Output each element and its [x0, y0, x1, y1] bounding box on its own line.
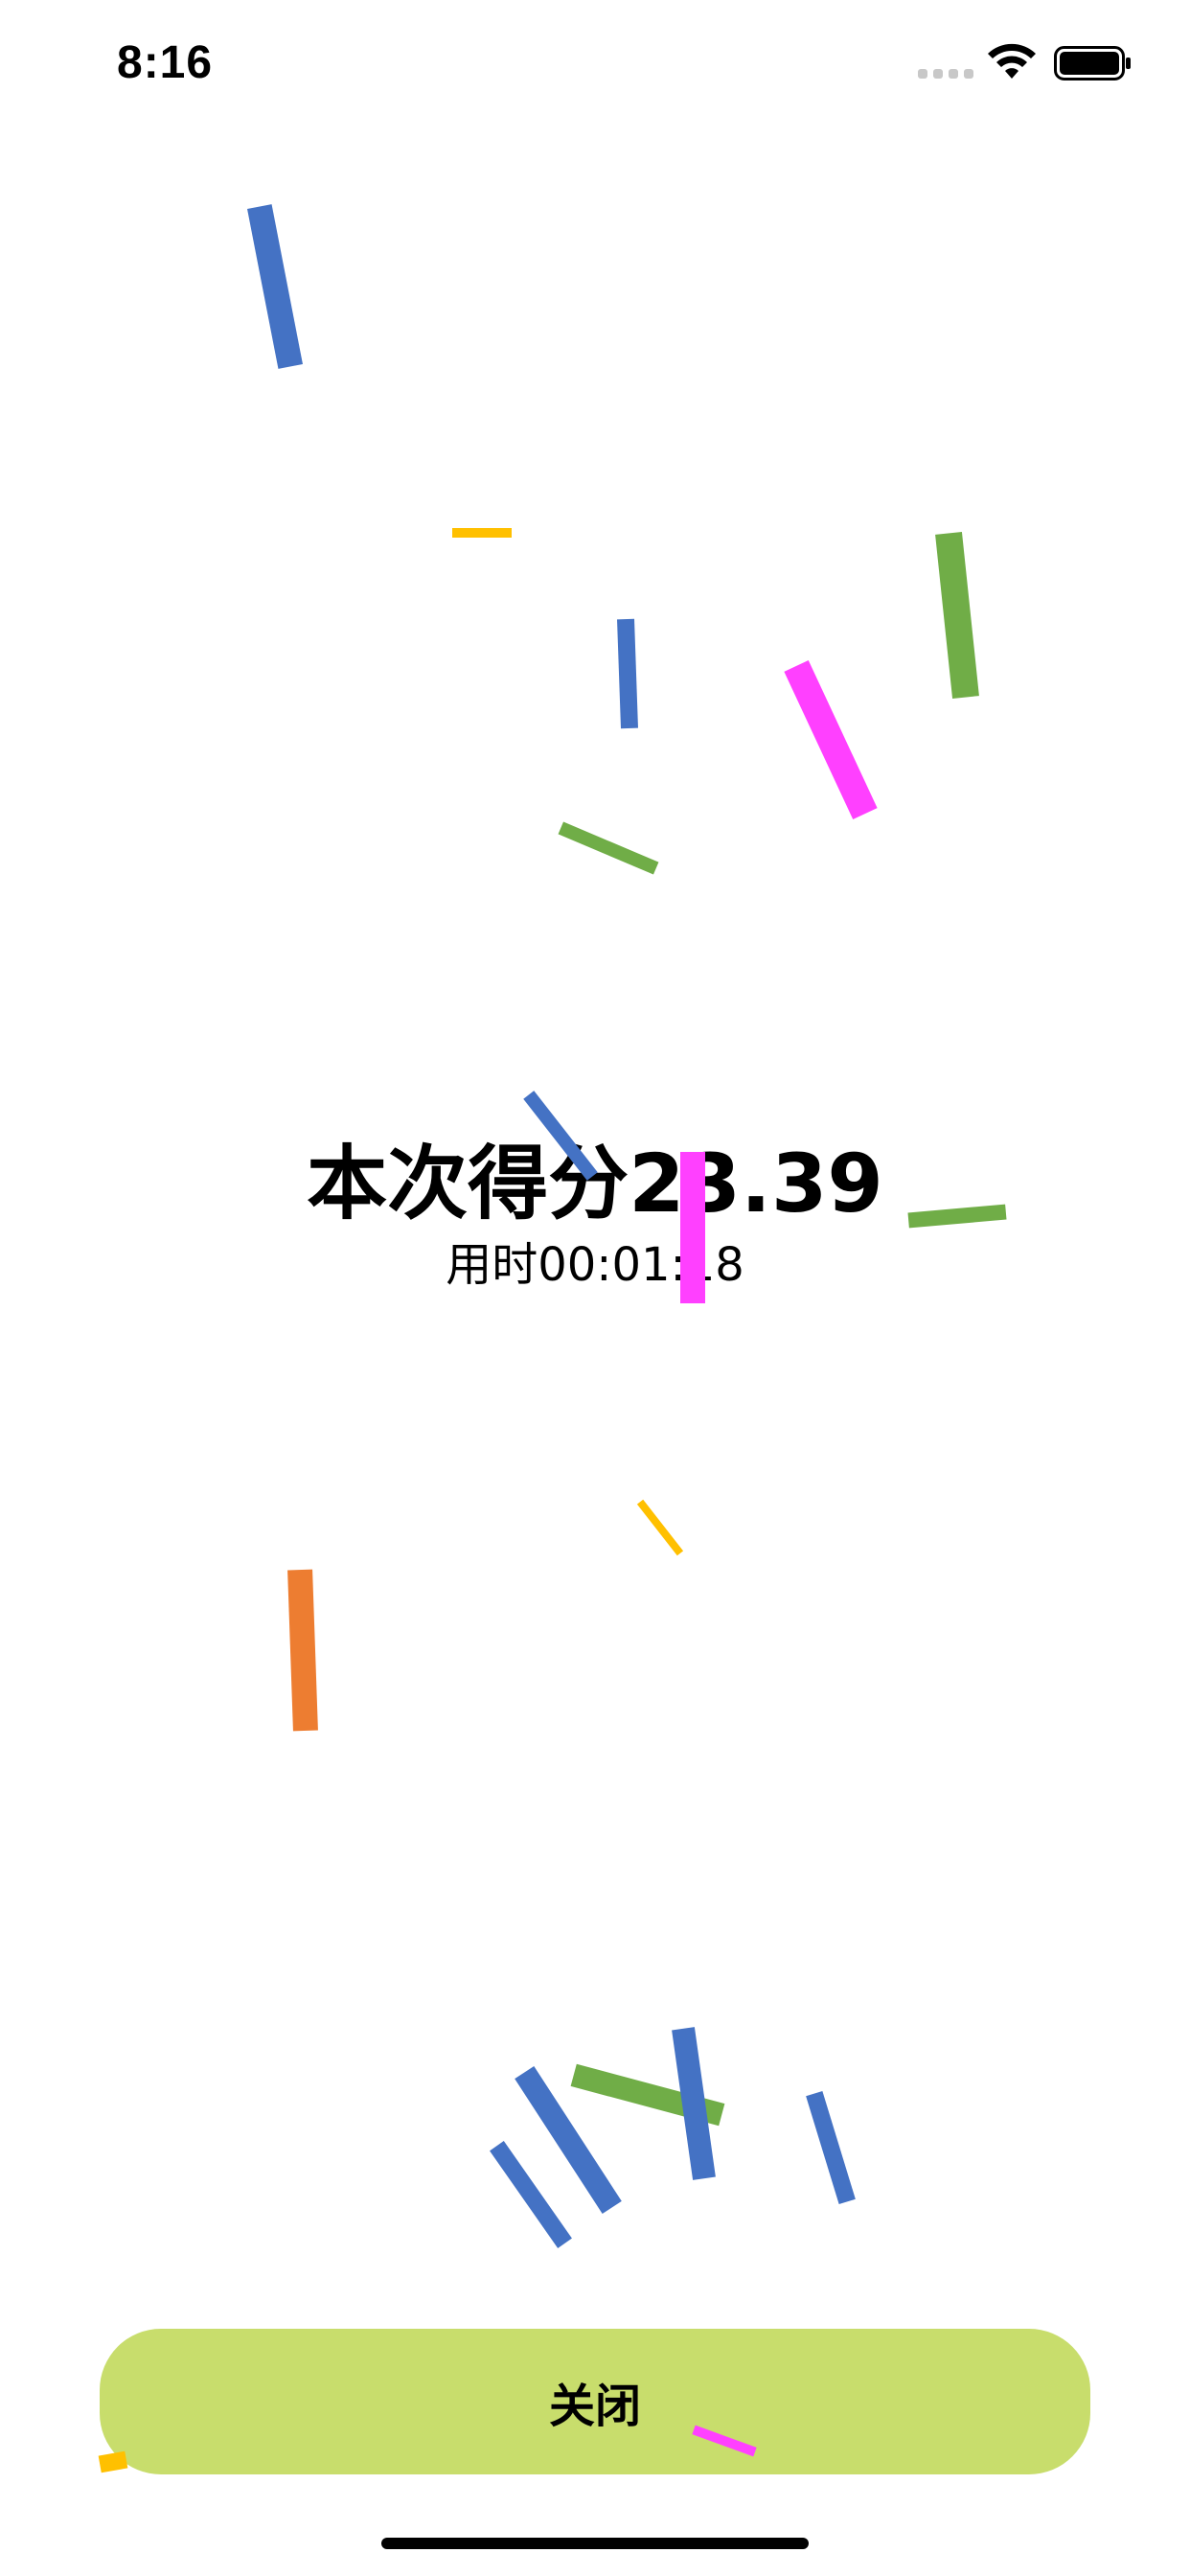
signal-dots-icon — [918, 69, 975, 80]
status-bar: 8:16 — [0, 0, 1190, 126]
score-title: 本次得分23.39 — [307, 1137, 883, 1230]
confetti-piece — [784, 660, 878, 819]
confetti-piece — [490, 2141, 572, 2248]
confetti-piece — [247, 204, 303, 369]
status-time: 8:16 — [117, 37, 214, 88]
confetti-piece — [617, 618, 638, 729]
confetti-piece — [570, 2063, 725, 2127]
confetti-piece — [287, 1569, 318, 1732]
confetti-piece — [452, 528, 512, 538]
confetti-piece — [806, 2090, 856, 2205]
close-button-label: 关闭 — [548, 2380, 641, 2433]
home-indicator[interactable] — [381, 2538, 809, 2549]
battery-icon — [1054, 46, 1131, 80]
elapsed-time: 用时00:01:18 — [446, 1238, 744, 1292]
confetti-piece — [935, 532, 979, 699]
confetti-piece — [558, 821, 659, 875]
close-button[interactable]: 关闭 — [100, 2329, 1090, 2474]
confetti-piece — [515, 2066, 622, 2214]
confetti-piece — [672, 2027, 716, 2180]
confetti-piece — [636, 1499, 684, 1556]
wifi-icon — [988, 43, 1036, 79]
